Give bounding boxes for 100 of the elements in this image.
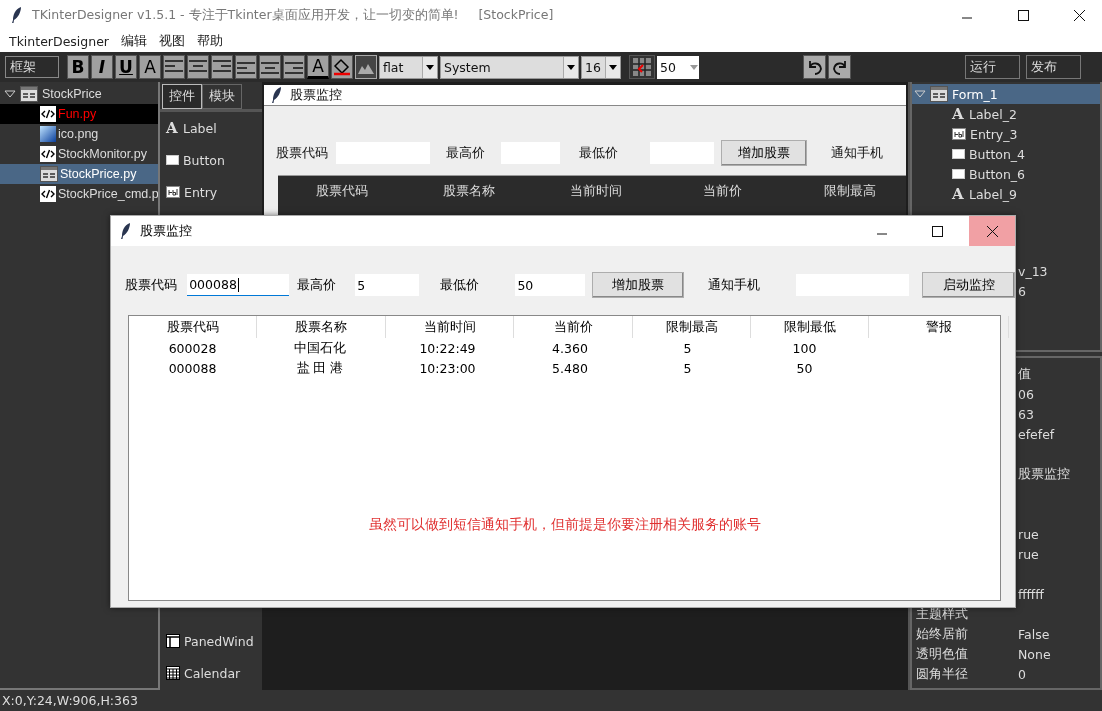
button-icon: [952, 149, 965, 159]
field-label: 最低价: [438, 275, 480, 294]
table-cell-text: 4.360: [551, 339, 589, 358]
column-header[interactable]: 股票名称: [257, 316, 386, 338]
tree-item[interactable]: A Label_2: [912, 104, 1100, 124]
label-icon: A: [952, 185, 965, 203]
action-button[interactable]: 启动监控: [922, 272, 1015, 298]
widget-item[interactable]: Entry: [160, 176, 262, 208]
align-icon[interactable]: [187, 55, 209, 79]
close-icon[interactable]: [1073, 9, 1085, 21]
file-item[interactable]: Fun.py: [0, 104, 158, 124]
window-file-icon: [40, 166, 58, 182]
grid-icon[interactable]: [629, 55, 655, 79]
tree-item[interactable]: Entry_3: [912, 124, 1100, 144]
field-label: 最高价: [445, 143, 487, 162]
project-name[interactable]: StockPrice: [42, 87, 102, 101]
table-cell-text: 5: [682, 339, 693, 358]
palette-tab[interactable]: 控件: [162, 84, 202, 109]
property-value[interactable]: False: [1018, 626, 1050, 642]
widget-item[interactable]: Button: [160, 144, 262, 176]
text-field[interactable]: 5: [355, 274, 419, 296]
file-item[interactable]: StockPrice_cmd.p: [0, 184, 158, 204]
grid-size-spinbox[interactable]: 50: [657, 55, 699, 79]
format-button[interactable]: I: [91, 55, 113, 79]
align-icon[interactable]: [283, 55, 305, 79]
undo-icon[interactable]: [803, 55, 826, 79]
column-header[interactable]: 当前时间: [386, 316, 514, 338]
tree-item[interactable]: 6: [1018, 284, 1026, 299]
image-icon[interactable]: [355, 55, 377, 79]
frame-selector[interactable]: 框架: [5, 56, 59, 78]
column-header[interactable]: 限制最低: [751, 316, 869, 338]
run-button[interactable]: 运行: [965, 55, 1020, 79]
file-item[interactable]: StockPrice.py: [0, 164, 158, 184]
tree-item[interactable]: A Label_9: [912, 184, 1100, 204]
tree-item[interactable]: Button_4: [912, 144, 1100, 164]
panel-layout-icon: [166, 634, 180, 648]
column-header: 当前价: [702, 182, 743, 200]
property-value[interactable]: 06: [1018, 386, 1034, 402]
text-color-button[interactable]: A: [307, 55, 329, 79]
column-header[interactable]: 限制最高: [633, 316, 751, 338]
widget-item[interactable]: PanedWind: [160, 625, 262, 657]
table-cell-text: 10:23:00: [418, 359, 477, 378]
menu-item[interactable]: 帮助: [191, 32, 229, 50]
tree-item[interactable]: v_13: [1018, 264, 1048, 279]
close-icon: [986, 225, 998, 237]
palette-tab[interactable]: 模块: [202, 84, 242, 109]
collapse-arrow-icon[interactable]: [4, 90, 16, 98]
property-value[interactable]: rue: [1018, 526, 1039, 542]
property-value[interactable]: rue: [1018, 546, 1039, 562]
form-title: 股票监控: [290, 86, 342, 104]
dropdown-arrow-icon[interactable]: [426, 64, 434, 70]
property-name: 透明色值: [916, 645, 968, 661]
align-icon[interactable]: [163, 55, 185, 79]
file-item[interactable]: ico.png: [0, 124, 158, 144]
relief-dropdown[interactable]: flat: [379, 55, 438, 79]
menu-item[interactable]: TkinterDesigner: [3, 33, 115, 49]
property-value[interactable]: 0: [1018, 666, 1026, 682]
text-field[interactable]: 000088: [187, 274, 289, 296]
table-cell-text: 5: [682, 359, 693, 378]
column-header: 限制最高: [822, 182, 877, 200]
property-value[interactable]: efefef: [1018, 426, 1055, 442]
field-label: 最低价: [577, 143, 619, 162]
column-header[interactable]: 股票代码: [129, 316, 257, 338]
text-field[interactable]: 50: [515, 274, 586, 296]
widget-item[interactable]: Calendar: [160, 657, 262, 689]
redo-icon[interactable]: [828, 55, 851, 79]
file-item[interactable]: StockMonitor.py: [0, 144, 158, 164]
collapse-arrow-icon[interactable]: [914, 90, 926, 98]
format-button[interactable]: U: [115, 55, 137, 79]
action-button[interactable]: 增加股票: [720, 140, 808, 166]
fill-color-icon[interactable]: [331, 55, 353, 79]
tree-item[interactable]: Button_6: [912, 164, 1100, 184]
dropdown-arrow-icon[interactable]: [609, 64, 617, 70]
align-icon[interactable]: [259, 55, 281, 79]
property-value[interactable]: 股票监控: [1018, 465, 1070, 483]
property-name: 圆角半径: [916, 665, 968, 681]
dropdown-arrow-icon[interactable]: [567, 64, 575, 70]
align-icon[interactable]: [235, 55, 257, 79]
column-header[interactable]: 警报: [869, 316, 1009, 338]
format-button[interactable]: B: [67, 55, 89, 79]
size-dropdown[interactable]: 16: [581, 55, 621, 79]
code-file-icon: [40, 106, 56, 122]
property-value[interactable]: None: [1018, 646, 1051, 662]
font-dropdown[interactable]: System: [440, 55, 579, 79]
publish-button[interactable]: 发布: [1026, 55, 1081, 79]
column-header[interactable]: 当前价: [514, 316, 633, 338]
widget-item[interactable]: A Label: [160, 112, 262, 144]
menu-item[interactable]: 编辑: [115, 32, 153, 50]
image-file-icon: [40, 126, 56, 142]
maximize-icon[interactable]: [1017, 9, 1029, 21]
format-button[interactable]: A: [139, 55, 161, 79]
tree-item[interactable]: Form_1: [912, 84, 1100, 104]
property-value[interactable]: ffffff: [1018, 586, 1044, 602]
action-button[interactable]: 增加股票: [592, 272, 684, 298]
menu-item[interactable]: 视图: [153, 32, 191, 50]
feather-icon: [12, 7, 22, 23]
maximize-icon[interactable]: [931, 225, 943, 237]
field-label: 最高价: [295, 275, 337, 294]
property-value[interactable]: 63: [1018, 406, 1034, 422]
align-icon[interactable]: [211, 55, 233, 79]
